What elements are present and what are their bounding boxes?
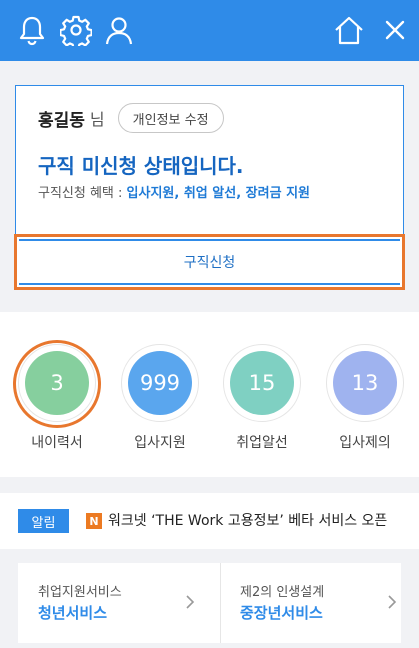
- service-title: 청년서비스: [38, 604, 108, 622]
- stat-value: 13: [333, 351, 397, 415]
- user-name: 홍길동: [38, 110, 85, 131]
- job-apply-button[interactable]: 구직신청: [19, 239, 400, 285]
- home-icon[interactable]: [331, 12, 367, 48]
- apply-highlight: 구직신청: [14, 234, 405, 290]
- chevron-right-icon: [186, 595, 195, 609]
- honorific: 님: [89, 110, 105, 129]
- youth-service-link[interactable]: 취업지원서비스 청년서비스: [18, 563, 209, 643]
- stat-ring: 13: [326, 344, 404, 422]
- name-row: 홍길동 님 개인정보 수정: [38, 103, 224, 133]
- person-icon[interactable]: [101, 12, 137, 48]
- service-title: 중장년서비스: [240, 604, 323, 622]
- benefit-text: 구직신청 혜택 : 입사지원, 취업 알선, 장려금 지원: [38, 182, 310, 201]
- stat-ring: 15: [223, 344, 301, 422]
- stat-ring: 999: [121, 344, 199, 422]
- service-subtitle: 제2의 인생설계: [240, 585, 325, 600]
- worknet-logo-icon: N: [86, 513, 102, 529]
- stats-panel: 3 내이력서 999 입사지원 15 취업알선 13 입사제의: [0, 312, 419, 477]
- profile-card: 홍길동 님 개인정보 수정 구직 미신청 상태입니다. 구직신청 혜택 : 입사…: [14, 85, 405, 290]
- stat-label: 내이력서: [31, 435, 83, 451]
- bell-icon[interactable]: [14, 12, 50, 48]
- job-status-text: 구직 미신청 상태입니다.: [38, 154, 244, 178]
- stat-offers[interactable]: 13 입사제의: [325, 344, 405, 454]
- benefit-prefix: 구직신청 혜택 :: [38, 186, 127, 201]
- notice-bar[interactable]: 알림 N 워크넷 ‘THE Work 고용정보’ 베타 서비스 오픈: [0, 493, 419, 549]
- chevron-right-icon: [388, 595, 397, 609]
- notice-text[interactable]: 워크넷 ‘THE Work 고용정보’ 베타 서비스 오픈: [108, 510, 408, 530]
- gear-icon[interactable]: [58, 12, 94, 48]
- stat-label: 입사제의: [339, 435, 391, 451]
- top-header: [0, 0, 419, 61]
- services-panel: 취업지원서비스 청년서비스 제2의 인생설계 중장년서비스: [18, 563, 401, 643]
- highlight-ring: [13, 340, 101, 428]
- edit-profile-button[interactable]: 개인정보 수정: [117, 103, 224, 133]
- stat-value: 15: [230, 351, 294, 415]
- stat-resume[interactable]: 3 내이력서: [13, 340, 101, 454]
- stat-applications[interactable]: 999 입사지원: [120, 344, 200, 454]
- stat-value: 999: [128, 351, 192, 415]
- divider: [220, 563, 221, 643]
- close-icon[interactable]: [377, 12, 413, 48]
- notice-badge: 알림: [18, 509, 69, 533]
- stat-label: 취업알선: [236, 435, 288, 451]
- benefit-list: 입사지원, 취업 알선, 장려금 지원: [126, 186, 311, 201]
- service-subtitle: 취업지원서비스: [38, 585, 122, 600]
- senior-service-link[interactable]: 제2의 인생설계 중장년서비스: [220, 563, 411, 643]
- stat-label: 입사지원: [134, 435, 186, 451]
- stat-referrals[interactable]: 15 취업알선: [222, 344, 302, 454]
